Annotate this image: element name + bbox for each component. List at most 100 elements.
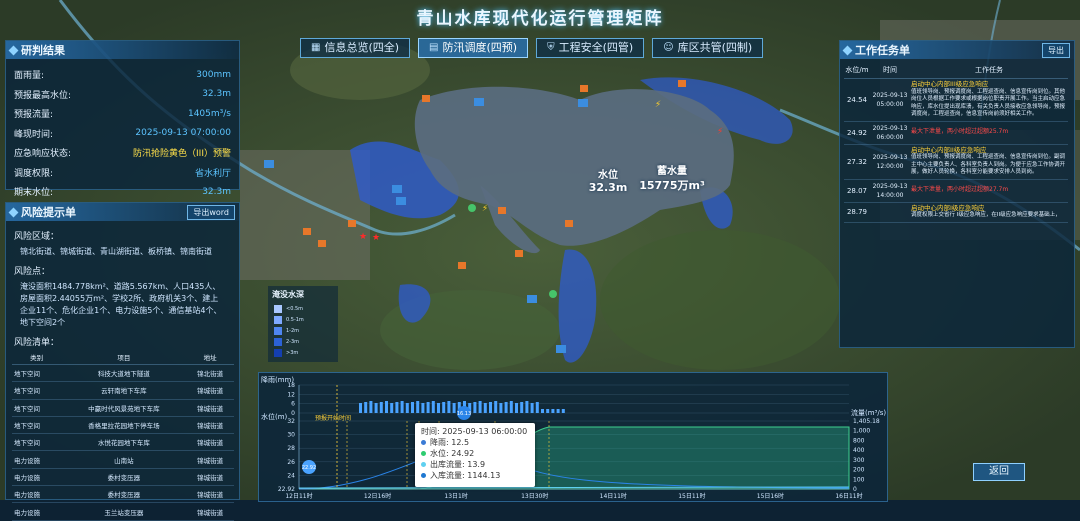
table-row[interactable]: 地下空间 水悦花园地下车库 锦城街道: [12, 433, 234, 452]
lightning-icon[interactable]: ⚡: [717, 127, 723, 137]
lightning-icon[interactable]: ⚡: [482, 204, 488, 214]
table-cell: 锦城街道: [186, 416, 234, 435]
task-row[interactable]: 28.79 启动中心内部I级应急响应 调度权限上交省行 I级应急响应，在II级应急响…: [844, 202, 1068, 223]
rain-bar: [535, 402, 539, 413]
house-icon[interactable]: [515, 250, 523, 257]
station-icon[interactable]: [468, 204, 476, 212]
diamond-icon: [842, 45, 853, 55]
research-key: 面雨量:: [14, 71, 45, 82]
house-icon[interactable]: [565, 220, 573, 227]
building-icon[interactable]: [556, 345, 566, 353]
tab-label: 信息总览(四全): [324, 41, 400, 54]
task-row[interactable]: 28.07 2025-09-13 14:00:00 最大下泄量，两小时超过超额27.…: [844, 179, 1068, 203]
water-level-label: 水位 32.3m: [578, 166, 638, 194]
task-heading: 启动中心内部III级应急响应: [911, 80, 989, 88]
table-row[interactable]: 电力设施 玉兰站变压器 锦城街道: [12, 502, 234, 521]
hydrograph-chart[interactable]: 降雨(mm)061218水位(m)22.922426283032流量(m³/s)…: [259, 373, 887, 501]
rain-bar: [483, 403, 487, 413]
column-header: 水位/m: [844, 62, 870, 79]
red-star-icon[interactable]: ★: [359, 232, 367, 242]
red-star-icon[interactable]: ★: [372, 233, 380, 243]
storage-caption: 蓄水量: [657, 166, 687, 177]
research-row: 调度权限: 省水利厅: [6, 163, 239, 183]
building-icon[interactable]: [527, 295, 537, 303]
rain-bar: [489, 402, 492, 413]
house-icon[interactable]: [458, 262, 466, 269]
task-table: 水位/m 时间 工作任务 24.54 2025-09-13 05:00:00 启动中…: [844, 62, 1068, 223]
tab-engineering-safety[interactable]: ⛨ 工程安全(四管): [536, 38, 645, 58]
task-row[interactable]: 24.54 2025-09-13 05:00:00 启动中心内部III级应急响应 值班…: [844, 78, 1068, 122]
x-tick-label: 14日11时: [600, 492, 627, 500]
export-word-button[interactable]: 导出word: [187, 204, 235, 220]
start-marker-label: 22.92: [302, 465, 316, 471]
table-cell: 香格里拉花园地下停车场: [61, 416, 187, 435]
y1-tick-label: 30: [287, 432, 295, 439]
table-header-row: 类别 项目 地址: [12, 350, 234, 365]
task-row[interactable]: 27.32 2025-09-13 12:00:00 启动中心内部II级应急响应 值班领…: [844, 144, 1068, 180]
table-row[interactable]: 电力设施 委村变压器 锦城街道: [12, 485, 234, 504]
rain-bar: [509, 401, 513, 413]
table-header-row: 水位/m 时间 工作任务: [844, 62, 1068, 79]
title-bar: 青山水库现代化运行管理矩阵: [390, 0, 690, 30]
research-row: 峰现时间: 2025-09-13 07:00:00: [6, 124, 239, 144]
x-tick-label: 12日11时: [285, 492, 312, 500]
table-row[interactable]: 地下空间 香格里拉花园地下停车场 锦城街道: [12, 416, 234, 435]
y1-tick-label: 32: [287, 418, 295, 425]
house-icon[interactable]: [580, 85, 588, 92]
house-icon[interactable]: [303, 228, 311, 235]
tab-reservoir-management[interactable]: ☺ 库区共管(四制): [652, 38, 764, 58]
table-row[interactable]: 地下空间 云轩南地下车库 锦城街道: [12, 381, 234, 400]
tab-flood-dispatch[interactable]: ▤ 防汛调度(四预): [418, 38, 529, 58]
house-icon[interactable]: [348, 220, 356, 227]
tooltip-time: 时间: 2025-09-13 06:00:00: [421, 427, 528, 436]
building-icon[interactable]: [474, 98, 484, 106]
table-cell: 锦城街道: [186, 399, 234, 417]
risk-point-text: 淹没面积1484.778km²、道路5.567km、人口435人、房屋面积2.4…: [20, 282, 222, 327]
research-row: 期末水位: 32.3m: [6, 182, 239, 202]
house-icon[interactable]: [318, 240, 326, 247]
tooltip-row: 降雨: 12.5: [421, 437, 529, 448]
forecast-start-label: 预报开始时间: [315, 414, 351, 422]
legend-title: 淹没水深: [272, 290, 304, 299]
house-icon[interactable]: [678, 80, 686, 87]
table-row[interactable]: 电力设施 委村变压器 锦城街道: [12, 468, 234, 487]
table-row[interactable]: 地下空间 科技大道地下隧道 锦北街道: [12, 364, 234, 383]
table-cell: 科技大道地下隧道: [61, 364, 187, 383]
station-icon[interactable]: [549, 290, 557, 298]
rain-tick-label: 18: [287, 382, 295, 389]
tab-info-overview[interactable]: ▦ 信息总览(四全): [300, 38, 411, 58]
table-cell: 玉兰站变压器: [61, 502, 187, 521]
y2-tick-label: 1,000: [853, 428, 870, 435]
rain-bar: [447, 401, 451, 413]
page-title: 青山水库现代化运行管理矩阵: [416, 9, 664, 29]
building-icon[interactable]: [392, 185, 402, 193]
research-panel: 研判结果 面雨量: 300mm 预报最高水位: 32.3m 预报流量: 1405m³/…: [5, 40, 240, 198]
x-tick-label: 13日30时: [521, 492, 548, 500]
house-icon[interactable]: [422, 95, 430, 102]
rain-bar: [411, 402, 414, 413]
rain-bar: [395, 402, 399, 413]
building-icon[interactable]: [578, 99, 588, 107]
x-tick-label: 12日16时: [364, 492, 391, 500]
table-row[interactable]: 地下空间 中赢时代风景苑地下车库 锦城街道: [12, 399, 234, 417]
task-row[interactable]: 24.92 2025-09-13 06:00:00 最大下泄量，两小时超过超额25.…: [844, 121, 1068, 145]
table-cell: 地下空间: [12, 416, 62, 435]
y1-tick-label: 22.92: [278, 486, 295, 493]
rain-bar: [426, 402, 430, 413]
rain-bar: [374, 403, 378, 413]
house-icon[interactable]: [498, 207, 506, 214]
building-icon[interactable]: [396, 197, 406, 205]
tooltip-key: 降雨:: [430, 438, 449, 447]
table-row[interactable]: 电力设施 山南站 锦城街道: [12, 450, 234, 469]
building-icon[interactable]: [264, 160, 274, 168]
panel-title: 研判结果: [21, 44, 65, 57]
lightning-icon[interactable]: ⚡: [655, 100, 661, 110]
export-button[interactable]: 导出: [1042, 42, 1070, 58]
task-content: 最大下泄量，两小时超过超额27.7m: [910, 179, 1068, 203]
research-key: 预报最高水位:: [14, 90, 72, 101]
rain-bar: [364, 402, 368, 413]
back-button[interactable]: 返回: [973, 463, 1025, 481]
task-level: 28.79: [844, 202, 870, 223]
table-cell: 地下空间: [12, 381, 62, 400]
panel-header: 风险提示单 导出word: [6, 203, 239, 221]
